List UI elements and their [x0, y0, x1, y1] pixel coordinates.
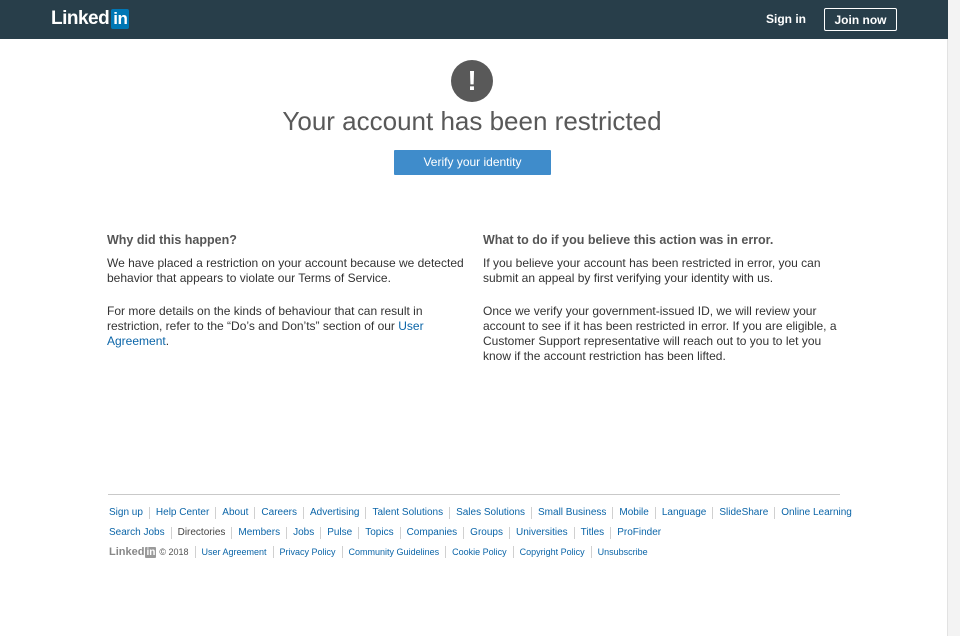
footer-link[interactable]: Pulse: [320, 527, 358, 539]
appeal-section: What to do if you believe this action wa…: [483, 233, 845, 382]
footer-link[interactable]: Privacy Policy: [272, 546, 342, 558]
footer-link[interactable]: Unsubscribe: [590, 546, 654, 558]
footer-link[interactable]: Community Guidelines: [341, 546, 446, 558]
footer-link[interactable]: Cookie Policy: [445, 546, 513, 558]
footer-link[interactable]: Talent Solutions: [365, 507, 449, 519]
join-now-button[interactable]: Join now: [824, 8, 897, 31]
copyright-text: © 2018: [159, 547, 189, 557]
footer-row-3: Linked in © 2018 User Agreement Privacy P…: [109, 546, 654, 558]
footer-logo-text: Linked: [109, 546, 145, 558]
footer-link[interactable]: Sign up: [109, 507, 149, 519]
logo-badge: in: [111, 9, 130, 29]
footer-link[interactable]: Small Business: [531, 507, 612, 519]
footer-link[interactable]: Mobile: [612, 507, 654, 519]
footer-link[interactable]: Language: [654, 507, 713, 519]
footer-link[interactable]: Companies: [399, 527, 464, 539]
footer-link[interactable]: Topics: [358, 527, 399, 539]
verify-identity-button[interactable]: Verify your identity: [394, 150, 551, 175]
sign-in-link[interactable]: Sign in: [766, 12, 806, 26]
page-scrollbar[interactable]: [947, 0, 960, 636]
footer-link[interactable]: SlideShare: [712, 507, 774, 519]
footer-row-1: Sign up Help Center About Careers Advert…: [109, 507, 858, 519]
footer-link[interactable]: ProFinder: [610, 527, 667, 539]
page-title: Your account has been restricted: [282, 106, 662, 136]
footer-link[interactable]: Copyright Policy: [512, 546, 591, 558]
appeal-heading: What to do if you believe this action wa…: [483, 233, 774, 247]
footer-link[interactable]: Members: [231, 527, 286, 539]
why-paragraph-2: For more details on the kinds of behavio…: [107, 304, 469, 349]
footer-link[interactable]: Search Jobs: [109, 527, 171, 539]
appeal-paragraph-2: Once we verify your government-issued ID…: [483, 304, 837, 363]
footer-link[interactable]: Titles: [573, 527, 611, 539]
why-paragraph-2-text: For more details on the kinds of behavio…: [107, 304, 423, 333]
footer-link[interactable]: About: [215, 507, 254, 519]
footer-link[interactable]: Jobs: [286, 527, 320, 539]
footer-divider: [108, 494, 840, 495]
footer-link[interactable]: Online Learning: [774, 507, 858, 519]
footer-link[interactable]: Universities: [508, 527, 574, 539]
why-paragraph-2-end: .: [165, 334, 170, 348]
footer-link[interactable]: User Agreement: [194, 546, 273, 558]
alert-icon: !: [451, 60, 493, 102]
why-paragraph-1: We have placed a restriction on your acc…: [107, 256, 464, 285]
top-navbar: Linked in Sign in Join now: [0, 0, 948, 39]
logo-text: Linked: [51, 8, 110, 29]
why-heading: Why did this happen?: [107, 233, 237, 247]
footer-link[interactable]: Advertising: [303, 507, 365, 519]
footer-logo-badge: in: [145, 546, 157, 558]
appeal-paragraph-1: If you believe your account has been res…: [483, 256, 821, 285]
footer-link[interactable]: Groups: [463, 527, 509, 539]
footer-row-2: Search Jobs Directories Members Jobs Pul…: [109, 527, 667, 539]
footer-linkedin-logo[interactable]: Linked in: [109, 546, 157, 558]
footer-link[interactable]: Help Center: [148, 507, 215, 519]
footer-link[interactable]: Sales Solutions: [449, 507, 531, 519]
footer-text: Directories: [170, 527, 232, 539]
linkedin-logo[interactable]: Linked in: [51, 8, 130, 30]
why-section: Why did this happen? We have placed a re…: [107, 233, 469, 367]
footer-link[interactable]: Careers: [254, 507, 303, 519]
